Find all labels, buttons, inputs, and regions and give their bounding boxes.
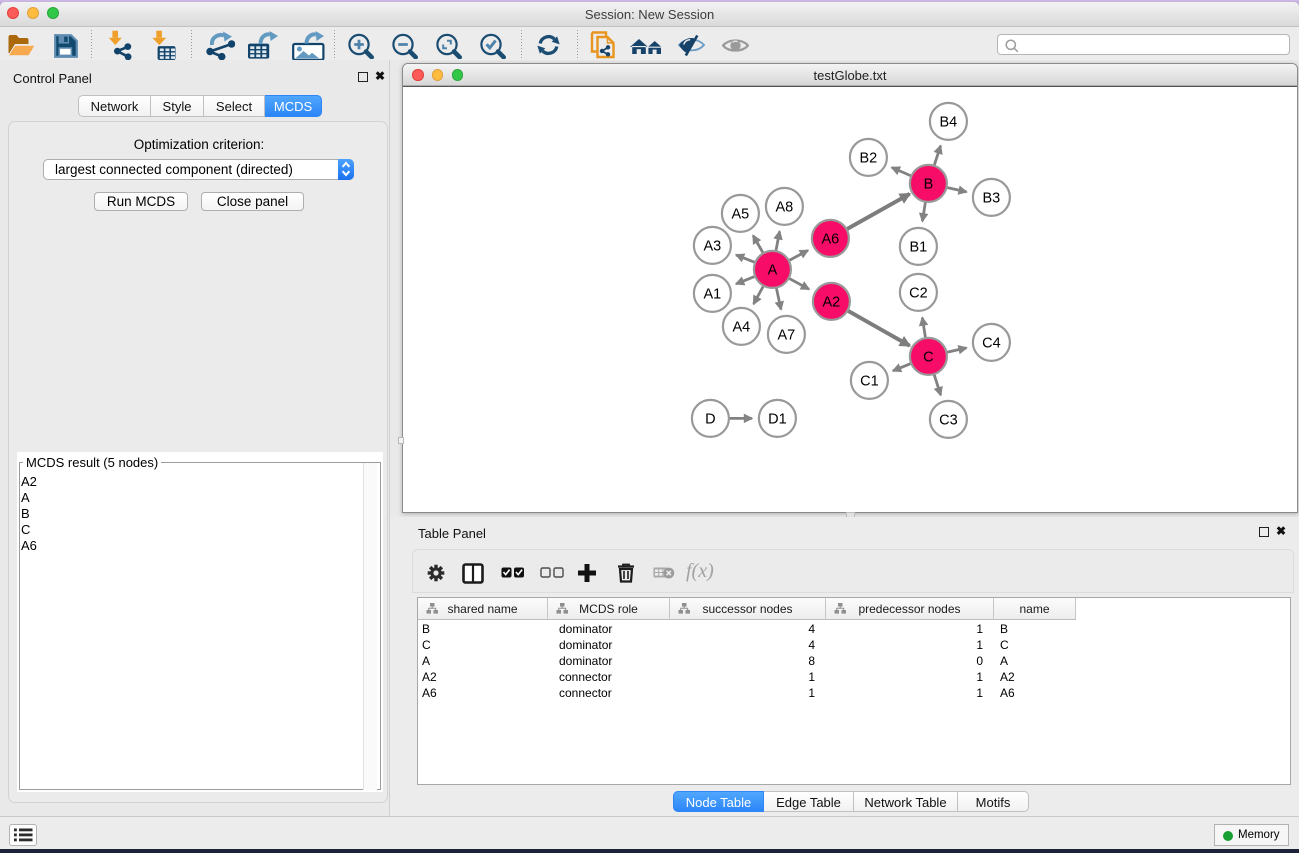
svg-text:A5: A5 xyxy=(732,206,750,222)
svg-text:A2: A2 xyxy=(823,294,841,310)
svg-text:A: A xyxy=(768,262,778,278)
svg-text:B2: B2 xyxy=(860,150,878,166)
svg-text:C4: C4 xyxy=(982,335,1001,351)
svg-text:A3: A3 xyxy=(704,238,722,254)
svg-text:C1: C1 xyxy=(860,373,879,389)
svg-text:C3: C3 xyxy=(939,412,958,428)
svg-text:C2: C2 xyxy=(909,285,928,301)
svg-text:C: C xyxy=(923,349,933,365)
svg-text:A4: A4 xyxy=(733,319,751,335)
svg-text:D1: D1 xyxy=(768,411,787,427)
svg-text:A8: A8 xyxy=(776,199,794,215)
svg-text:B1: B1 xyxy=(910,239,928,255)
svg-text:B4: B4 xyxy=(940,114,958,130)
svg-text:B: B xyxy=(924,176,934,192)
svg-text:A7: A7 xyxy=(778,327,796,343)
svg-text:A1: A1 xyxy=(704,286,722,302)
svg-text:D: D xyxy=(705,411,715,427)
svg-text:A6: A6 xyxy=(822,231,840,247)
svg-text:B3: B3 xyxy=(983,190,1001,206)
